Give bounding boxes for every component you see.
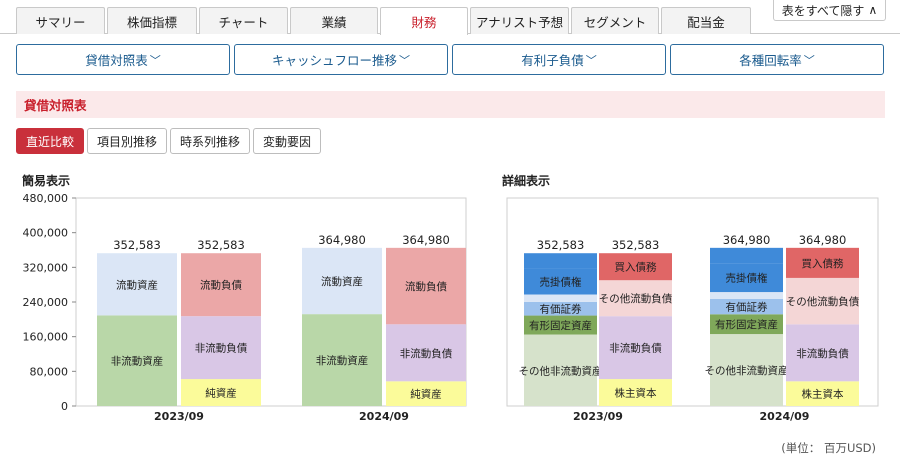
bar-total-label: 364,980	[402, 233, 450, 247]
balance-sheet-dropdown[interactable]: 貸借対照表 ﹀	[16, 44, 230, 75]
y-tick-label: 240,000	[23, 296, 69, 309]
balance-sheet-dropdown-label: 貸借対照表	[85, 53, 148, 68]
bar-segment	[524, 294, 597, 302]
view-time-series-button[interactable]: 時系列推移	[170, 128, 250, 154]
segment-label: その他流動負債	[599, 292, 673, 305]
chevron-down-icon: ﹀	[585, 53, 597, 67]
tab-analyst-forecast[interactable]: アナリスト予想	[470, 7, 569, 34]
y-tick-label: 320,000	[23, 261, 69, 274]
x-tick-label: 2023/09	[154, 410, 204, 423]
segment-label: 流動資産	[116, 278, 158, 291]
tab-segments[interactable]: セグメント	[571, 7, 659, 34]
tab-financials[interactable]: 財務	[380, 7, 468, 35]
segment-label: 非流動資産	[111, 355, 164, 368]
segment-label: その他非流動資産	[519, 364, 603, 377]
segment-label: 純資産	[205, 387, 237, 400]
segment-label: 売掛債権	[726, 272, 768, 285]
segment-label: 流動資産	[321, 275, 363, 288]
view-change-factors-button[interactable]: 変動要因	[253, 128, 321, 154]
segment-label: 買入債務	[802, 257, 844, 270]
x-tick-label: 2024/09	[760, 410, 810, 423]
tab-stock-indicators[interactable]: 株価指標	[107, 7, 197, 34]
tab-summary[interactable]: サマリー	[16, 7, 105, 34]
x-tick-label: 2023/09	[573, 410, 623, 423]
segment-label: 流動負債	[200, 279, 242, 292]
segment-label: 純資産	[410, 388, 442, 401]
segment-label: 売掛債権	[540, 275, 582, 288]
segment-label: 有形固定資産	[529, 319, 592, 332]
section-title: 貸借対照表	[16, 91, 885, 118]
bar-total-label: 364,980	[723, 233, 771, 247]
balance-sheet-charts: 0 80,000 160,000 240,000 320,000 400,000 480,0…	[23, 192, 879, 423]
bar-segment	[710, 247, 783, 264]
segment-label: 非流動負債	[609, 342, 662, 355]
tab-chart[interactable]: チャート	[199, 7, 288, 34]
segment-label: 有価証券	[540, 303, 582, 316]
bar-total-label: 352,583	[197, 238, 245, 252]
view-by-item-trend-button[interactable]: 項目別推移	[87, 128, 167, 154]
y-tick-label: 480,000	[23, 192, 69, 205]
view-recent-comparison-button[interactable]: 直近比較	[16, 128, 84, 154]
turnover-ratios-dropdown[interactable]: 各種回転率 ﹀	[670, 44, 884, 75]
hide-all-tables-label: 表をすべて隠す	[781, 3, 865, 18]
segment-label: 買入債務	[615, 261, 657, 274]
segment-label: 株主資本	[802, 388, 844, 401]
interest-bearing-debt-dropdown-label: 有利子負債	[521, 53, 584, 68]
x-tick-label: 2024/09	[359, 410, 409, 423]
segment-label: その他流動負債	[786, 295, 860, 308]
segment-label: 有形固定資産	[715, 318, 778, 331]
bar-segment	[710, 292, 783, 300]
y-tick-label: 160,000	[23, 331, 69, 344]
chevron-down-icon: ﹀	[399, 53, 410, 67]
hide-all-tables-button[interactable]: 表をすべて隠す ∧	[773, 0, 886, 21]
bar-total-label: 364,980	[799, 233, 847, 247]
bar-segment	[524, 253, 597, 269]
bar-total-label: 364,980	[318, 233, 366, 247]
turnover-ratios-dropdown-label: 各種回転率	[739, 53, 802, 68]
y-tick-label: 80,000	[30, 365, 69, 378]
chevron-down-icon: ﹀	[149, 53, 161, 67]
tab-performance[interactable]: 業績	[290, 7, 378, 34]
segment-label: 非流動負債	[400, 347, 453, 360]
y-tick-label: 0	[61, 400, 68, 413]
cash-flow-dropdown[interactable]: キャッシュフロー推移 ﹀	[234, 44, 448, 75]
segment-label: 非流動資産	[316, 354, 369, 367]
unit-label: (単位： 百万USD)	[781, 441, 876, 455]
bar-total-label: 352,583	[537, 238, 585, 252]
segment-label: 流動負債	[405, 280, 447, 293]
chevron-down-icon: ﹀	[803, 53, 815, 67]
segment-label: 有価証券	[726, 301, 768, 314]
tab-dividends[interactable]: 配当金	[661, 7, 751, 34]
y-tick-label: 400,000	[23, 227, 69, 240]
cash-flow-dropdown-label: キャッシュフロー推移	[271, 53, 397, 68]
interest-bearing-debt-dropdown[interactable]: 有利子負債 ﹀	[452, 44, 666, 75]
tab-bar: サマリー 株価指標 チャート 業績 財務 アナリスト予想 セグメント 配当金 表…	[0, 0, 900, 35]
bar-total-label: 352,583	[612, 238, 660, 252]
segment-label: 非流動負債	[195, 342, 248, 355]
bar-total-label: 352,583	[113, 238, 161, 252]
segment-label: 株主資本	[615, 387, 657, 400]
segment-label: その他非流動資産	[705, 364, 789, 377]
chevron-up-icon: ∧	[868, 3, 878, 17]
segment-label: 非流動負債	[796, 347, 849, 360]
